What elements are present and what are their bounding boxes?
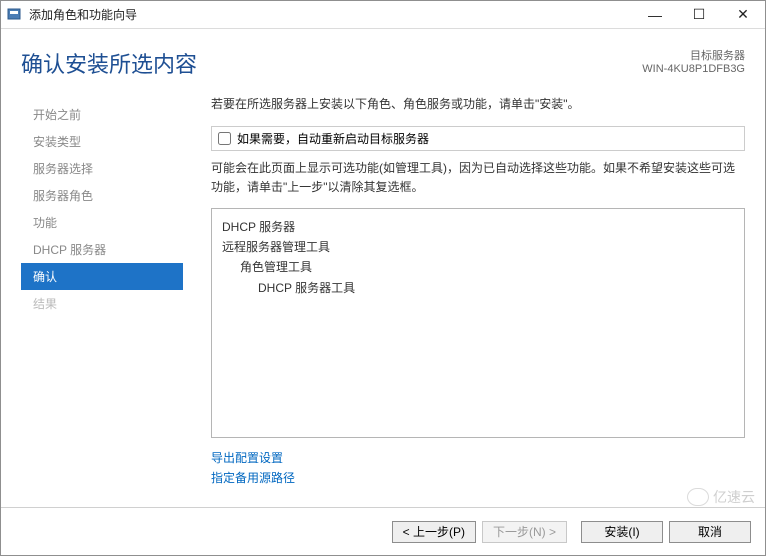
selection-item: 远程服务器管理工具 bbox=[222, 237, 734, 257]
selection-item: DHCP 服务器 bbox=[222, 217, 734, 237]
nav-step-results: 结果 bbox=[21, 290, 183, 317]
selections-box: DHCP 服务器 远程服务器管理工具 角色管理工具 DHCP 服务器工具 bbox=[211, 208, 745, 438]
wizard-header: 确认安装所选内容 目标服务器 WIN-4KU8P1DFB3G bbox=[1, 29, 765, 85]
auto-restart-label: 如果需要，自动重新启动目标服务器 bbox=[237, 130, 429, 147]
wizard-footer: < 上一步(P) 下一步(N) > 安装(I) 取消 bbox=[1, 507, 765, 555]
minimize-button[interactable]: — bbox=[633, 1, 677, 29]
wizard-main: 若要在所选服务器上安装以下角色、角色服务或功能，请单击"安装"。 如果需要，自动… bbox=[183, 95, 745, 490]
nav-step-before-you-begin[interactable]: 开始之前 bbox=[21, 101, 183, 128]
wizard-body: 开始之前 安装类型 服务器选择 服务器角色 功能 DHCP 服务器 确认 结果 … bbox=[1, 85, 765, 490]
selection-item: DHCP 服务器工具 bbox=[222, 278, 734, 298]
nav-step-confirm[interactable]: 确认 bbox=[21, 263, 183, 290]
window-title: 添加角色和功能向导 bbox=[29, 6, 137, 23]
nav-step-dhcp[interactable]: DHCP 服务器 bbox=[21, 236, 183, 263]
next-button: 下一步(N) > bbox=[482, 521, 567, 543]
watermark: 亿速云 bbox=[687, 487, 755, 507]
titlebar: 添加角色和功能向导 — ☐ ✕ bbox=[1, 1, 765, 29]
instruction-text: 若要在所选服务器上安装以下角色、角色服务或功能，请单击"安装"。 bbox=[211, 95, 745, 114]
auto-restart-checkbox[interactable] bbox=[218, 132, 231, 145]
install-button[interactable]: 安装(I) bbox=[581, 521, 663, 543]
nav-step-server-selection[interactable]: 服务器选择 bbox=[21, 155, 183, 182]
watermark-text: 亿速云 bbox=[713, 487, 755, 507]
previous-button[interactable]: < 上一步(P) bbox=[392, 521, 476, 543]
target-server-label: 目标服务器 bbox=[642, 47, 745, 63]
note-text: 可能会在此页面上显示可选功能(如管理工具)，因为已自动选择这些功能。如果不希望安… bbox=[211, 159, 745, 197]
wizard-nav: 开始之前 安装类型 服务器选择 服务器角色 功能 DHCP 服务器 确认 结果 bbox=[21, 95, 183, 490]
alt-source-link[interactable]: 指定备用源路径 bbox=[211, 471, 295, 485]
target-server-value: WIN-4KU8P1DFB3G bbox=[642, 63, 745, 75]
export-config-link[interactable]: 导出配置设置 bbox=[211, 451, 283, 465]
maximize-button[interactable]: ☐ bbox=[677, 1, 721, 29]
page-title: 确认安装所选内容 bbox=[21, 47, 642, 79]
cancel-button[interactable]: 取消 bbox=[669, 521, 751, 543]
nav-step-install-type[interactable]: 安装类型 bbox=[21, 128, 183, 155]
app-icon bbox=[7, 7, 23, 23]
target-server-box: 目标服务器 WIN-4KU8P1DFB3G bbox=[642, 47, 745, 75]
nav-step-server-roles[interactable]: 服务器角色 bbox=[21, 182, 183, 209]
close-button[interactable]: ✕ bbox=[721, 1, 765, 29]
links-area: 导出配置设置 指定备用源路径 bbox=[211, 448, 745, 489]
auto-restart-row[interactable]: 如果需要，自动重新启动目标服务器 bbox=[211, 126, 745, 151]
nav-step-features[interactable]: 功能 bbox=[21, 209, 183, 236]
selection-item: 角色管理工具 bbox=[222, 257, 734, 277]
